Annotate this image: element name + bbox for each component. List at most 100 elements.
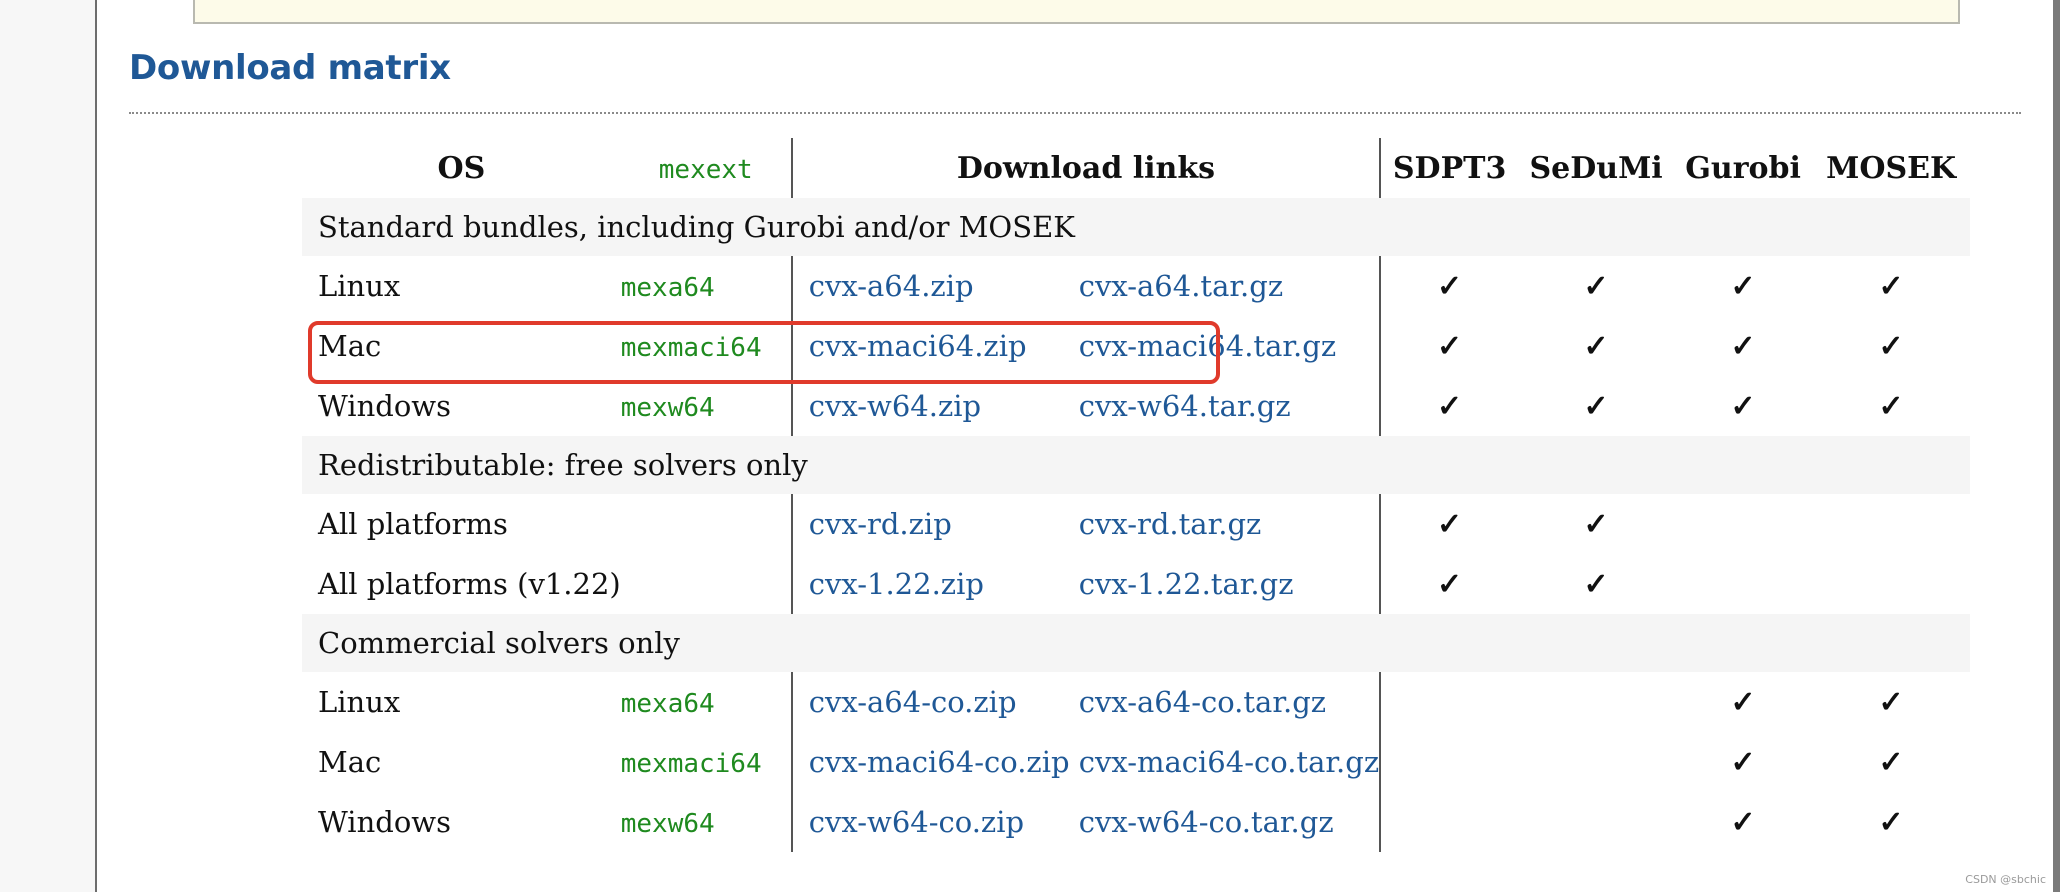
targz-link-cell: cvx-a64-co.tar.gz: [1078, 672, 1382, 732]
os-cell: Mac: [318, 329, 382, 363]
checkmark-icon: ✓: [1730, 328, 1756, 364]
section-title-cell: Redistributable: free solvers only: [302, 436, 1971, 494]
solver-mosek-cell: ✓: [1812, 376, 1970, 436]
targz-link-cell: cvx-1.22.tar.gz: [1078, 554, 1382, 614]
zip-download-link[interactable]: cvx-w64-co.zip: [809, 805, 1024, 839]
solver-mosek-cell: ✓: [1812, 732, 1970, 792]
header-solver-sdpt3: SDPT3: [1392, 150, 1507, 186]
zip-link-cell: cvx-rd.zip: [790, 494, 1079, 554]
mexext-value: mexa64: [620, 273, 715, 303]
targz-download-link[interactable]: cvx-rd.tar.gz: [1079, 507, 1262, 541]
checkmark-icon: ✓: [1437, 506, 1463, 542]
mexext-cell: mexmaci64: [621, 732, 792, 792]
mexext-cell: mexa64: [621, 256, 792, 316]
solver-gurobi-cell: ✓: [1674, 732, 1812, 792]
table-header-row: OS mexext Download links SDPT3 SeDuMi Gu…: [302, 138, 1970, 198]
zip-link-cell: cvx-w64.zip: [790, 376, 1079, 436]
table-row: Windows mexw64 cvx-w64.zip cvx-w64.tar.gz ✓ ✓…: [302, 376, 1970, 436]
section-title: Download matrix: [129, 48, 451, 88]
solver-sdpt3-cell: ✓: [1380, 554, 1518, 614]
checkmark-icon: ✓: [1730, 684, 1756, 720]
os-cell: Linux: [318, 685, 401, 719]
table-row: Mac mexmaci64 cvx-maci64.zip cvx-maci64.tar…: [302, 316, 1970, 376]
zip-download-link[interactable]: cvx-a64-co.zip: [809, 685, 1017, 719]
solver-sedumi-cell: ✓: [1518, 554, 1674, 614]
table-row: All platforms cvx-rd.zip cvx-rd.tar.gz ✓ ✓: [302, 494, 1970, 554]
targz-download-link[interactable]: cvx-maci64-co.tar.gz: [1079, 745, 1379, 779]
mexext-value: mexmaci64: [620, 749, 762, 779]
solver-gurobi-cell: ✓: [1674, 672, 1812, 732]
solver-gurobi-cell: [1674, 554, 1812, 614]
section-title-cell: Standard bundles, including Gurobi and/o…: [302, 198, 1971, 256]
checkmark-icon: ✓: [1878, 744, 1904, 780]
zip-link-cell: cvx-a64.zip: [790, 256, 1079, 316]
solver-sedumi-cell: [1518, 732, 1674, 792]
page: Download matrix OS mexext Download links…: [0, 0, 2060, 892]
solver-sedumi-cell: ✓: [1518, 316, 1674, 376]
checkmark-icon: ✓: [1730, 744, 1756, 780]
scrollbar-edge[interactable]: [2053, 0, 2060, 892]
targz-download-link[interactable]: cvx-a64.tar.gz: [1079, 269, 1283, 303]
table-row: Mac mexmaci64 cvx-maci64-co.zip cvx-maci64-…: [302, 732, 1970, 792]
solver-gurobi-cell: ✓: [1674, 792, 1812, 852]
solver-sdpt3-cell: [1380, 732, 1518, 792]
checkmark-icon: ✓: [1878, 684, 1904, 720]
solver-mosek-cell: ✓: [1812, 256, 1970, 316]
targz-download-link[interactable]: cvx-w64.tar.gz: [1079, 389, 1291, 423]
solver-mosek-cell: ✓: [1812, 672, 1970, 732]
header-download-links: Download links: [790, 138, 1382, 198]
targz-link-cell: cvx-a64.tar.gz: [1078, 256, 1382, 316]
targz-download-link[interactable]: cvx-1.22.tar.gz: [1079, 567, 1294, 601]
table-row: Windows mexw64 cvx-w64-co.zip cvx-w64-co.ta…: [302, 792, 1970, 852]
solver-sdpt3-cell: ✓: [1380, 256, 1518, 316]
mexext-cell: [621, 494, 792, 554]
section-row: Standard bundles, including Gurobi and/o…: [302, 198, 1971, 256]
mexext-value: mexw64: [620, 809, 715, 839]
zip-link-cell: cvx-maci64-co.zip: [790, 732, 1079, 792]
solver-sedumi-cell: ✓: [1518, 256, 1674, 316]
table-row: Linux mexa64 cvx-a64.zip cvx-a64.tar.gz ✓ ✓ ✓ ✓: [302, 256, 1970, 316]
os-cell: All platforms: [318, 507, 508, 541]
header-solver-mosek: MOSEK: [1826, 150, 1957, 186]
zip-download-link[interactable]: cvx-a64.zip: [809, 269, 974, 303]
solver-sdpt3-cell: [1380, 792, 1518, 852]
zip-link-cell: cvx-w64-co.zip: [790, 792, 1079, 852]
solver-sedumi-cell: [1518, 792, 1674, 852]
targz-download-link[interactable]: cvx-a64-co.tar.gz: [1079, 685, 1326, 719]
checkmark-icon: ✓: [1730, 804, 1756, 840]
solver-gurobi-cell: ✓: [1674, 256, 1812, 316]
table-row: All platforms (v1.22) cvx-1.22.zip cvx-1.2…: [302, 554, 1970, 614]
zip-download-link[interactable]: cvx-rd.zip: [809, 507, 952, 541]
note-box: [193, 0, 1960, 24]
title-divider: [129, 112, 2021, 114]
mexext-cell: mexa64: [621, 672, 792, 732]
targz-link-cell: cvx-w64.tar.gz: [1078, 376, 1382, 436]
checkmark-icon: ✓: [1583, 328, 1609, 364]
targz-download-link[interactable]: cvx-w64-co.tar.gz: [1079, 805, 1334, 839]
mexext-value: mexa64: [620, 689, 715, 719]
solver-sdpt3-cell: ✓: [1380, 494, 1518, 554]
solver-sdpt3-cell: [1380, 672, 1518, 732]
targz-link-cell: cvx-rd.tar.gz: [1078, 494, 1382, 554]
checkmark-icon: ✓: [1437, 388, 1463, 424]
table-row: Linux mexa64 cvx-a64-co.zip cvx-a64-co.tar.…: [302, 672, 1970, 732]
zip-download-link[interactable]: cvx-maci64-co.zip: [809, 745, 1070, 779]
header-mexext: mexext: [658, 154, 753, 185]
checkmark-icon: ✓: [1437, 268, 1463, 304]
os-cell: Windows: [318, 805, 451, 839]
zip-download-link[interactable]: cvx-maci64.zip: [809, 329, 1027, 363]
targz-download-link[interactable]: cvx-maci64.tar.gz: [1079, 329, 1336, 363]
os-cell: Mac: [318, 745, 382, 779]
zip-download-link[interactable]: cvx-w64.zip: [809, 389, 981, 423]
zip-link-cell: cvx-a64-co.zip: [790, 672, 1079, 732]
zip-download-link[interactable]: cvx-1.22.zip: [809, 567, 984, 601]
solver-sedumi-cell: ✓: [1518, 494, 1674, 554]
os-cell: All platforms (v1.22): [318, 567, 621, 601]
section-row: Commercial solvers only: [302, 614, 1971, 672]
solver-mosek-cell: ✓: [1812, 316, 1970, 376]
header-os: OS: [437, 150, 486, 186]
checkmark-icon: ✓: [1437, 566, 1463, 602]
checkmark-icon: ✓: [1878, 328, 1904, 364]
mexext-cell: mexw64: [621, 376, 792, 436]
solver-mosek-cell: [1812, 494, 1970, 554]
